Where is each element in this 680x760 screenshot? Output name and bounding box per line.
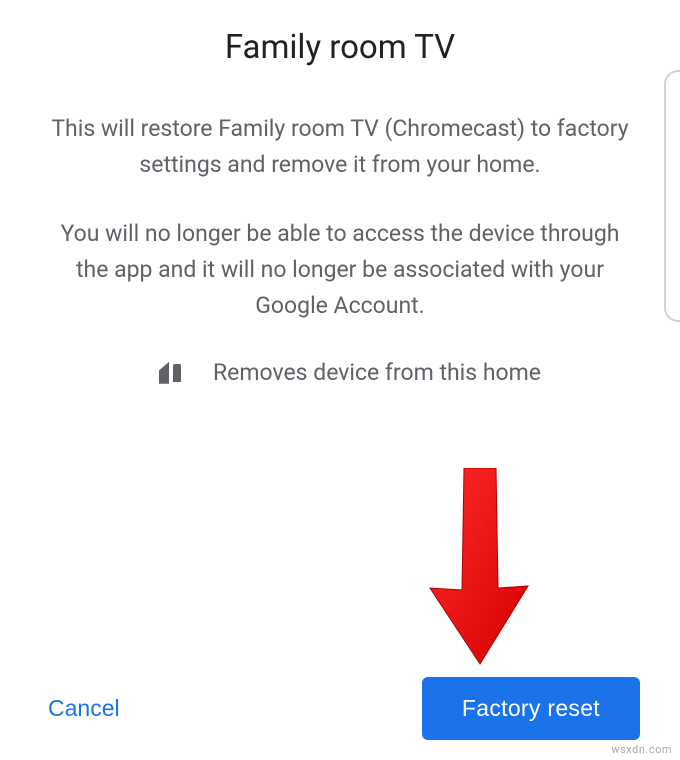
dialog-message-2: You will no longer be able to access the… <box>0 216 680 323</box>
removes-label: Removes device from this home <box>213 359 541 386</box>
dialog-title: Family room TV <box>0 28 680 67</box>
cancel-button[interactable]: Cancel <box>44 685 124 732</box>
factory-reset-button[interactable]: Factory reset <box>422 677 640 740</box>
annotation-arrow-icon <box>424 468 534 668</box>
side-edge-pill <box>664 70 680 322</box>
home-remove-icon <box>159 362 181 384</box>
dialog-action-bar: Cancel Factory reset <box>0 677 680 740</box>
removes-row: Removes device from this home <box>0 359 680 386</box>
dialog-message-1: This will restore Family room TV (Chrome… <box>0 111 680 182</box>
watermark-text: wsxdn.com <box>611 743 672 756</box>
